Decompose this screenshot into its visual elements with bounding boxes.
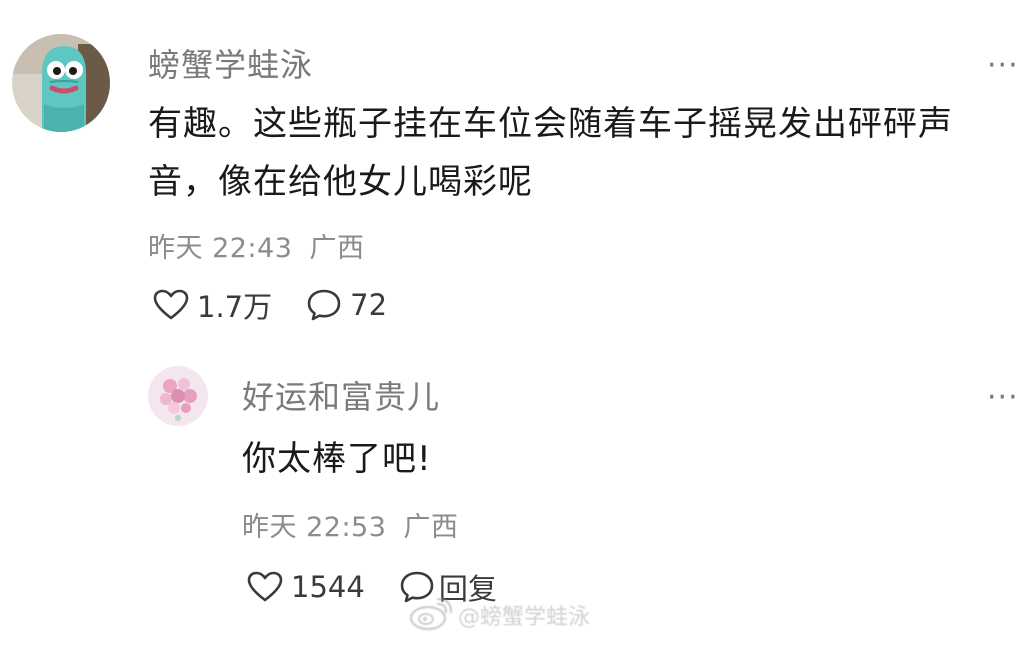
comment-meta: 昨天 22:43 广西	[148, 226, 365, 265]
comment-text: 有趣。这些瓶子挂在车位会随着车子摇晃发出砰砰声音，像在给他女儿喝彩呢	[148, 104, 953, 202]
location: 广西	[403, 512, 459, 543]
watermark: @螃蟹学蛙泳	[408, 598, 590, 632]
heart-icon	[153, 289, 189, 320]
reply-count: 72	[350, 288, 388, 322]
username[interactable]: 螃蟹学蛙泳	[148, 40, 313, 86]
timestamp: 昨天 22:53	[242, 512, 387, 543]
comment-actions: 1.7万 72	[153, 284, 387, 326]
like-count: 1.7万	[197, 290, 273, 324]
username[interactable]: 好运和富贵儿	[242, 372, 440, 418]
location: 广西	[309, 233, 365, 264]
like-button[interactable]: 1544	[247, 570, 365, 604]
avatar[interactable]	[148, 366, 208, 426]
heart-icon	[247, 571, 283, 602]
comment-bubble-icon	[307, 289, 341, 321]
more-options-icon[interactable]: ···	[987, 51, 1019, 81]
watermark-text: @螃蟹学蛙泳	[458, 605, 591, 630]
more-options-icon[interactable]: ···	[987, 383, 1019, 413]
flower-avatar-icon	[148, 366, 208, 426]
cartoon-avatar-icon	[12, 34, 110, 132]
reply-count-button[interactable]: 72	[306, 288, 387, 322]
reply-meta: 昨天 22:53 广西	[242, 505, 459, 544]
reply-text: 你太棒了吧!	[242, 439, 432, 479]
weibo-logo-icon	[409, 598, 452, 631]
avatar[interactable]	[12, 34, 110, 132]
like-count: 1544	[291, 570, 365, 604]
timestamp: 昨天 22:43	[148, 233, 293, 264]
like-button[interactable]: 1.7万	[153, 284, 272, 326]
